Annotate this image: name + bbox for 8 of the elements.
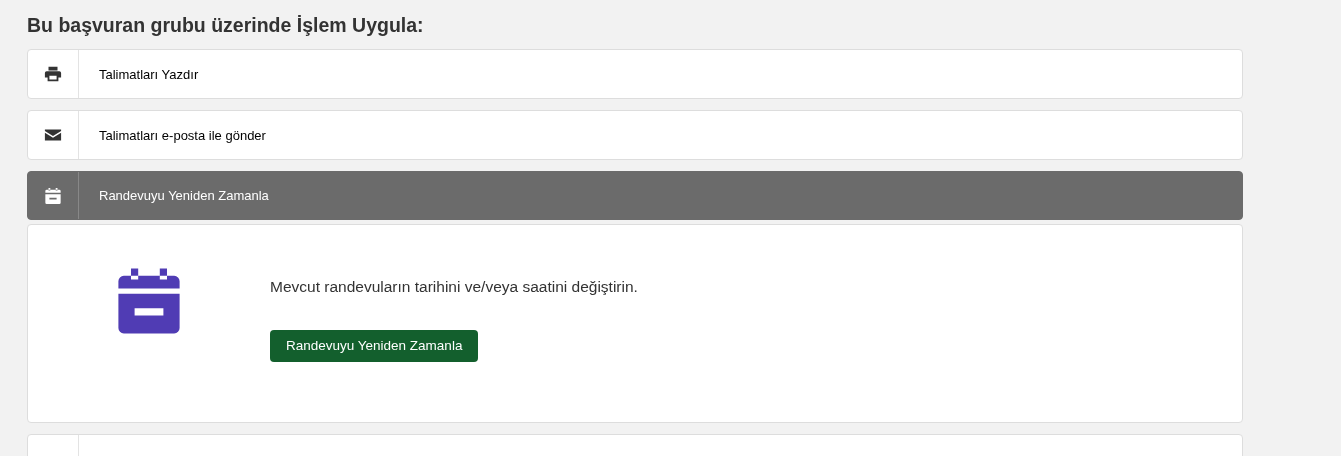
panel-description: Mevcut randevuların tarihini ve/veya saatini değiştirin.: [270, 277, 638, 298]
calendar-icon: [44, 186, 62, 205]
printer-icon: [44, 65, 62, 84]
action-item[interactable]: Randevuyu Yeniden Zamanla: [27, 171, 1243, 221]
action-item[interactable]: Talimatları e-posta ile gönder: [27, 110, 1243, 161]
action-item[interactable]: Talimatları Yazdır: [27, 49, 1243, 100]
reschedule-button[interactable]: Randevuyu Yeniden Zamanla: [270, 329, 479, 362]
section-heading: Bu başvuran grubu üzerinde İşlem Uygula:: [27, 14, 425, 38]
